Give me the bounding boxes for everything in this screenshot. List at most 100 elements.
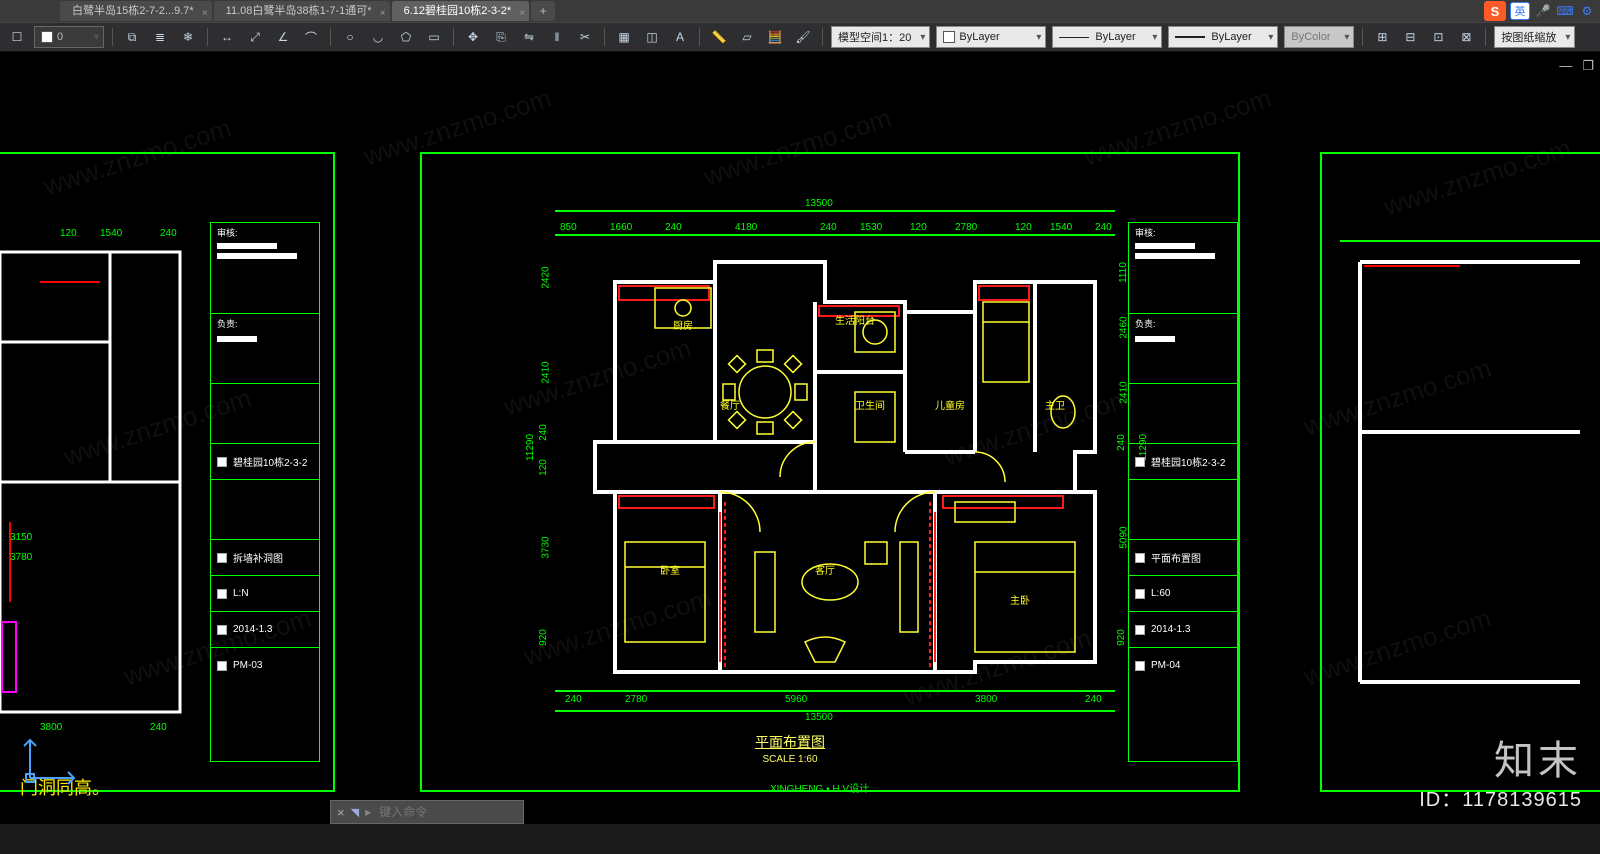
polygon-icon[interactable]: ⬠: [395, 26, 417, 48]
combo-value: ByLayer: [959, 31, 999, 43]
dim: 240: [538, 424, 549, 441]
layer-color-combo[interactable]: ByLayer: [936, 26, 1046, 48]
dim: 1530: [860, 222, 882, 233]
lineweight-combo[interactable]: ByLayer: [1168, 26, 1278, 48]
drawing-canvas[interactable]: — ❐ www.znzmo.com www.znzmo.com www.znzm…: [0, 52, 1600, 824]
room-kitchen: 厨房: [673, 317, 693, 332]
tb-label: PM-03: [233, 660, 262, 671]
scale-combo[interactable]: 模型空间1：20: [831, 26, 930, 48]
titleblock-left: 审核: 负责: 碧桂园10栋2-3-2 拆墙补洞图 L:N 2014-1.3 P…: [210, 222, 320, 762]
area-icon[interactable]: ▱: [736, 26, 758, 48]
dim: 4180: [735, 222, 757, 233]
tool-c-icon[interactable]: ⊡: [1427, 26, 1449, 48]
plan-scale: SCALE 1:60: [755, 754, 825, 765]
dim-radius-icon[interactable]: ⌒: [300, 26, 322, 48]
arc-icon[interactable]: ◡: [367, 26, 389, 48]
paint-icon[interactable]: 🖌: [792, 26, 814, 48]
dim: 2410: [541, 361, 552, 383]
circle-icon[interactable]: ○: [339, 26, 361, 48]
ime-settings-icon[interactable]: ⚙: [1578, 2, 1596, 20]
layer-0-combo[interactable]: 0: [34, 26, 104, 48]
tb-label: L:N: [233, 588, 249, 599]
dim: 3800: [975, 694, 997, 705]
restore-button[interactable]: ❐: [1582, 58, 1594, 74]
rectangle-icon[interactable]: ▭: [423, 26, 445, 48]
dim: 240: [150, 722, 167, 733]
dim: 2780: [955, 222, 977, 233]
dim: 3730: [541, 536, 552, 558]
room-kids: 儿童房: [935, 397, 965, 412]
offset-icon[interactable]: ‖: [546, 26, 568, 48]
combo-value: ByLayer: [1211, 31, 1251, 43]
ime-voice-icon[interactable]: 🎤: [1534, 2, 1552, 20]
dim-angular-icon[interactable]: ∠: [272, 26, 294, 48]
room-mbath: 主卫: [1045, 397, 1065, 412]
layer-freeze-icon[interactable]: ❄: [177, 26, 199, 48]
text-icon[interactable]: A: [669, 26, 691, 48]
ime-keyboard-icon[interactable]: ⌨: [1556, 2, 1574, 20]
dim-linear-icon[interactable]: ↔: [216, 26, 238, 48]
room-bath2: 卫生间: [855, 397, 885, 412]
dim: 240: [820, 222, 837, 233]
ime-lang[interactable]: 英: [1510, 2, 1530, 20]
tab-doc-2[interactable]: 11.08白鹭半岛38栋1-7-1通可*×: [214, 1, 390, 21]
brand-watermark: 知末: [1494, 728, 1582, 786]
tool-a-icon[interactable]: ⊞: [1371, 26, 1393, 48]
titleblock-center: 审核: 负责: 碧桂园10栋2-3-2 平面布置图 L:60 2014-1.3 …: [1128, 222, 1238, 762]
dim: 240: [160, 228, 177, 239]
dim: 120: [538, 459, 549, 476]
tab-doc-3[interactable]: 6.12碧桂园10栋2-3-2*×: [392, 1, 530, 21]
mirror-icon[interactable]: ⇋: [518, 26, 540, 48]
hatch-icon[interactable]: ▦: [613, 26, 635, 48]
command-bar: × ◥ ▸: [330, 800, 524, 824]
plan-left: 2780 120 1540 240 3150 3780 3800 240: [0, 222, 190, 742]
main-toolbar: ☐ 0 ⧉ ≣ ❄ ↔ ⤢ ∠ ⌒ ○ ◡ ⬠ ▭ ✥ ⎘ ⇋ ‖ ✂ ▦ ◫ …: [0, 22, 1600, 52]
combo-value: ByLayer: [1095, 31, 1135, 43]
dim: 13500: [805, 712, 833, 723]
command-input[interactable]: [377, 804, 517, 820]
close-icon[interactable]: ×: [380, 4, 386, 24]
dim: 1540: [100, 228, 122, 239]
linetype-combo[interactable]: ByLayer: [1052, 26, 1162, 48]
tb-label: 平面布置图: [1151, 550, 1201, 565]
layer-states-icon[interactable]: ≣: [149, 26, 171, 48]
measure-icon[interactable]: 📏: [708, 26, 730, 48]
plan-right: [1340, 222, 1580, 742]
close-icon[interactable]: ×: [202, 4, 208, 24]
dim: 850: [560, 222, 577, 233]
minimize-button[interactable]: —: [1559, 58, 1572, 74]
checkbox-toggle[interactable]: ☐: [6, 26, 28, 48]
move-icon[interactable]: ✥: [462, 26, 484, 48]
tb-label: L:60: [1151, 588, 1170, 599]
tab-doc-1[interactable]: 白鹭半岛15栋2-7-2...9.7*×: [60, 1, 212, 21]
room-balcony: 生活阳台: [835, 312, 875, 327]
tb-label: 拆墙补洞图: [233, 550, 283, 565]
sogou-icon[interactable]: S: [1484, 1, 1506, 21]
new-tab-button[interactable]: +: [531, 1, 555, 21]
block-icon[interactable]: ◫: [641, 26, 663, 48]
bycolor-combo[interactable]: ByColor: [1284, 26, 1354, 48]
calculator-icon[interactable]: 🧮: [764, 26, 786, 48]
dim-aligned-icon[interactable]: ⤢: [244, 26, 266, 48]
layer-manager-icon[interactable]: ⧉: [121, 26, 143, 48]
copy-icon[interactable]: ⎘: [490, 26, 512, 48]
asset-id: ID：1178139615: [1419, 783, 1582, 812]
dim: 920: [1116, 629, 1127, 646]
tool-d-icon[interactable]: ⊠: [1455, 26, 1477, 48]
cmd-recent-icon[interactable]: ◥: [351, 806, 359, 819]
trim-icon[interactable]: ✂: [574, 26, 596, 48]
room-bed2: 卧室: [660, 562, 680, 577]
tb-label: 2014-1.3: [1151, 624, 1190, 635]
tool-b-icon[interactable]: ⊟: [1399, 26, 1421, 48]
frame-footer: XINGHENG • H V设计: [770, 780, 869, 795]
zoom-combo[interactable]: 按图纸缩放: [1494, 26, 1575, 48]
dim: 240: [1095, 222, 1112, 233]
document-tabs: 白鹭半岛15栋2-7-2...9.7*× 11.08白鹭半岛38栋1-7-1通可…: [0, 0, 1600, 22]
close-icon[interactable]: ×: [519, 4, 525, 24]
dim: 5960: [785, 694, 807, 705]
window-buttons: — ❐: [1559, 58, 1594, 74]
dim-total-h: 11290: [525, 434, 536, 461]
plan-title: 平面布置图: [755, 732, 825, 752]
dim: 3800: [40, 722, 62, 733]
cmd-close-icon[interactable]: ×: [337, 805, 345, 820]
